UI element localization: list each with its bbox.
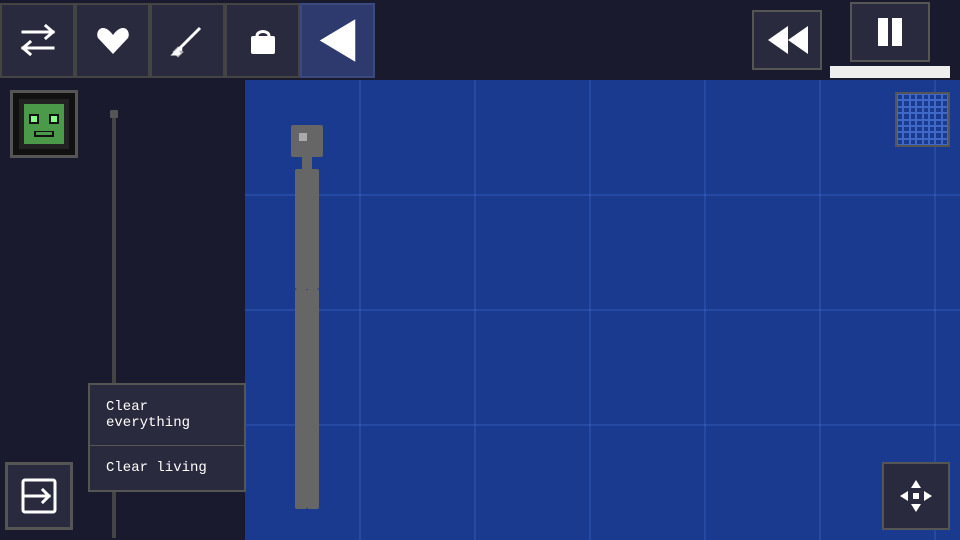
move-button[interactable] (882, 462, 950, 530)
minimap (895, 92, 950, 147)
avatar-box (10, 90, 78, 158)
speed-bar (830, 66, 950, 78)
speed-bar-container (830, 2, 950, 78)
move-icon (896, 476, 936, 516)
back-button[interactable] (300, 3, 375, 78)
minimap-cell (942, 139, 948, 145)
clear-living-button[interactable]: Clear living (90, 446, 244, 490)
top-controls (752, 0, 960, 80)
context-menu: Clear everything Clear living (88, 383, 246, 492)
pause-button[interactable] (850, 2, 930, 62)
heart-button[interactable] (75, 3, 150, 78)
exit-icon (19, 476, 59, 516)
swap-button[interactable] (0, 3, 75, 78)
rewind-button[interactable] (752, 10, 822, 70)
avatar-icon (19, 99, 69, 149)
clear-everything-button[interactable]: Clear everything (90, 385, 244, 446)
grid-area[interactable] (245, 80, 960, 540)
sword-button[interactable] (150, 3, 225, 78)
bag-button[interactable] (225, 3, 300, 78)
exit-button[interactable] (5, 462, 73, 530)
